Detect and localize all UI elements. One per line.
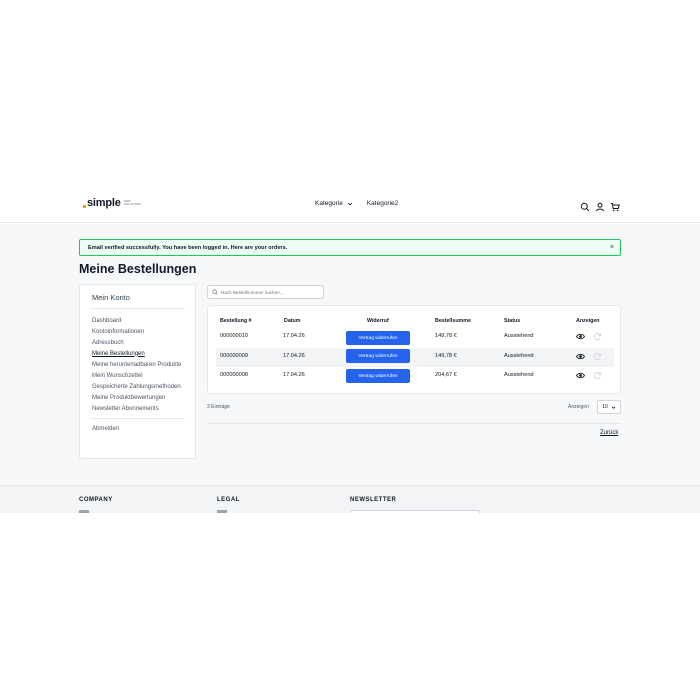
refresh-icon[interactable] (593, 352, 602, 361)
sidebar-item-product-reviews[interactable]: Meine Produktbewertungen (90, 392, 185, 403)
logo-subtitle: Web Solutions (123, 199, 141, 206)
divider (207, 423, 621, 424)
search-icon[interactable] (580, 199, 590, 212)
header-icons (580, 199, 620, 212)
nav-item-label: Kategorie2 (366, 200, 399, 207)
order-status: Ausstehend (504, 333, 534, 339)
sidebar-item-newsletter[interactable]: Newsletter Abonnements (90, 403, 185, 414)
eye-icon[interactable] (576, 371, 585, 380)
sidebar-item-logout[interactable]: Abmelden (90, 423, 185, 434)
header-date: Datum (284, 318, 301, 324)
perpage-select[interactable]: 10 (597, 400, 621, 414)
search-icon (212, 289, 218, 295)
nav-item-label: Kategorie (315, 200, 343, 207)
user-icon[interactable] (595, 199, 605, 212)
chevron-down-icon (611, 405, 616, 409)
footer-heading-legal: LEGAL (217, 497, 240, 503)
header-order-total: Bestellsumme (435, 318, 471, 324)
header-order-number: Bestellung # (220, 318, 252, 324)
perpage-label: Anzeigen (568, 404, 589, 410)
revoke-contract-button[interactable]: Vertrag widerrufen (346, 331, 410, 345)
revoke-contract-button[interactable]: Vertrag widerrufen (346, 349, 410, 363)
order-total: 204,67 € (435, 372, 457, 378)
refresh-icon[interactable] (593, 371, 602, 380)
sidebar-item-wishlist[interactable]: Mein Wunschzettel (90, 370, 185, 381)
order-status: Ausstehend (504, 372, 534, 378)
order-date: 17.04.26 (283, 353, 305, 359)
header-revocation: Widerruf (367, 318, 389, 324)
logo[interactable]: simple Web Solutions (83, 197, 146, 209)
footer-link-placeholder[interactable] (217, 510, 227, 513)
back-link[interactable]: Zurück (600, 430, 618, 436)
order-total: 149,78 € (435, 333, 457, 339)
cart-icon[interactable] (610, 199, 620, 212)
close-icon[interactable]: × (610, 244, 614, 251)
sidebar-item-downloadable-products[interactable]: Meine herunterladbaren Produkte (90, 359, 185, 370)
revoke-contract-button[interactable]: Vertrag widerrufen (346, 369, 410, 383)
footer-heading-newsletter: NEWSLETTER (350, 497, 397, 503)
footer-link-placeholder[interactable] (79, 510, 89, 513)
refresh-icon[interactable] (593, 332, 602, 341)
main-nav: Kategorie Kategorie2 (315, 200, 398, 207)
orders-table: Bestellung # Datum Widerruf Bestellsumme… (207, 305, 621, 394)
perpage-value: 10 (602, 404, 608, 410)
sidebar-item-address-book[interactable]: Adressbuch (90, 337, 185, 348)
logo-text: simple (87, 197, 121, 209)
search-input[interactable] (221, 289, 321, 295)
order-date: 17.04.26 (283, 333, 305, 339)
eye-icon[interactable] (576, 352, 585, 361)
sidebar-item-payment-methods[interactable]: Gespeicherte Zahlungsmethoden (90, 381, 185, 392)
chevron-down-icon (347, 202, 352, 205)
header-status: Status (504, 318, 521, 324)
success-alert: Email verified successfully. You have be… (79, 239, 621, 256)
logo-dot (83, 204, 86, 208)
sidebar-list: Dashboard Kontoinformationen Adressbuch … (90, 315, 185, 434)
order-number: 000000008 (220, 372, 248, 378)
table-row: 000000009 17.04.26 Vertrag widerrufen 14… (216, 348, 614, 367)
nav-item-kategorie[interactable]: Kategorie (315, 200, 353, 207)
page-title: Meine Bestellungen (79, 262, 197, 276)
order-search[interactable] (207, 285, 324, 299)
nav-item-kategorie2[interactable]: Kategorie2 (367, 200, 398, 207)
table-row: 000000008 17.04.26 Vertrag widerrufen 20… (216, 368, 614, 387)
sidebar-title: Mein Konto (90, 285, 185, 309)
order-status: Ausstehend (504, 353, 534, 359)
sidebar-item-account-info[interactable]: Kontoinformationen (90, 326, 185, 337)
account-sidebar: Mein Konto Dashboard Kontoinformationen … (79, 284, 196, 459)
order-number: 000000010 (220, 333, 248, 339)
sidebar-item-my-orders[interactable]: Meine Bestellungen (90, 348, 185, 359)
divider (90, 418, 185, 419)
entry-count: 3 Einträge (207, 404, 230, 410)
footer-heading-company: COMPANY (79, 497, 113, 503)
order-date: 17.04.26 (283, 372, 305, 378)
newsletter-email-field[interactable] (350, 510, 480, 513)
eye-icon[interactable] (576, 332, 585, 341)
header-view: Anzeigen (576, 318, 600, 324)
alert-message: Email verified successfully. You have be… (88, 244, 288, 251)
sidebar-item-dashboard[interactable]: Dashboard (90, 315, 185, 326)
order-total: 149,78 € (435, 353, 457, 359)
site-footer: COMPANY LEGAL NEWSLETTER (0, 485, 700, 513)
order-number: 000000009 (220, 353, 248, 359)
site-header: simple Web Solutions Kategorie Kategorie… (0, 188, 700, 223)
